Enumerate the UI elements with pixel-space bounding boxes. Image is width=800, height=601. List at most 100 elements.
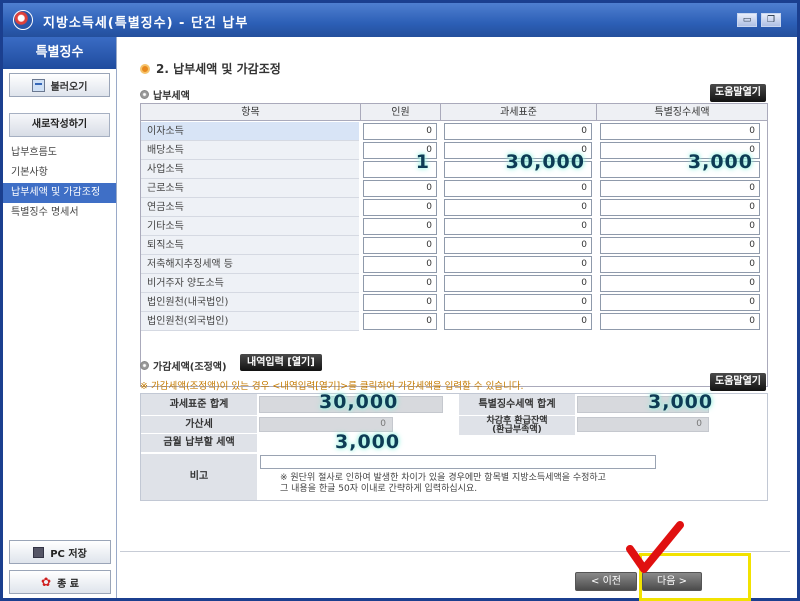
- tax-total-value: 3,000: [648, 391, 714, 413]
- pc-save-label: PC 저장: [50, 548, 87, 560]
- row-label: 법인원천(외국법인): [141, 312, 359, 331]
- exit-label: 종 료: [57, 578, 79, 590]
- table-row: 법인원천(외국법인) 0 0 0: [141, 312, 767, 331]
- detail-input-button[interactable]: 내역입력 [열기]: [240, 354, 322, 371]
- cell-tax-value: 3,000: [687, 151, 753, 173]
- restore-icon[interactable]: ❐: [761, 13, 781, 27]
- row-label: 기타소득: [141, 217, 359, 236]
- remark-note-line2: 그 내용을 한글 50자 이내로 간략하게 입력하십시요.: [280, 484, 478, 494]
- cell-tax[interactable]: 0: [600, 218, 760, 235]
- grid-header-item: 항목: [141, 104, 360, 121]
- grid-header-base: 과세표준: [440, 104, 596, 121]
- cell-base[interactable]: 0: [444, 237, 592, 254]
- sidebar-item-flow[interactable]: 납부흐름도: [3, 143, 116, 163]
- sub-bullet-icon: [140, 361, 149, 370]
- row-label: 근로소득: [141, 179, 359, 198]
- cell-count-value: 1: [415, 151, 430, 173]
- remark-note-line1: ※ 원단위 절사로 인하여 발생한 차이가 있을 경우에만 항목별 지방소득세액…: [280, 473, 606, 483]
- payment-subtitle: 납부세액: [140, 87, 190, 102]
- cell-count[interactable]: 0: [363, 313, 437, 330]
- cell-tax[interactable]: 0: [600, 199, 760, 216]
- app-logo-icon: [13, 10, 33, 30]
- row-label: 배당소득: [141, 141, 359, 160]
- table-row: 근로소득 0 0 0: [141, 179, 767, 198]
- table-row: 저축해지추징세액 등000: [141, 255, 767, 274]
- penalty-label: 가산세: [141, 416, 257, 433]
- load-label: 불러오기: [50, 81, 88, 93]
- tax-grid: 항목 인원 과세표준 특별징수세액 이자소득 0 0 0 배당소득 0 0 0 사업소득 1 30,…: [140, 103, 768, 387]
- base-total-value: 30,000: [319, 391, 399, 413]
- cell-base[interactable]: 0: [444, 199, 592, 216]
- cell-base[interactable]: 0: [444, 180, 592, 197]
- title-bar: 지방소득세(특별징수) - 단건 납부 ▭ ❐: [3, 3, 797, 37]
- section-title-text: 2. 납부세액 및 가감조정: [156, 62, 281, 76]
- remark-input[interactable]: [260, 455, 656, 469]
- cell-count[interactable]: 0: [363, 180, 437, 197]
- cell-base[interactable]: 0: [444, 256, 592, 273]
- sidebar: 특별징수 불러오기 새로작성하기 납부흐름도 기본사항 납부세액 및 가감조정 …: [3, 37, 117, 598]
- adjust-subtitle: 가감세액(조정액): [140, 358, 227, 373]
- cell-count[interactable]: 1: [363, 153, 437, 178]
- payable-label: 금월 납부할 세액: [141, 434, 257, 452]
- cell-base[interactable]: 0: [444, 294, 592, 311]
- cell-base[interactable]: 30,000: [444, 153, 592, 178]
- payment-subtitle-text: 납부세액: [153, 91, 190, 102]
- remark-note: ※ 원단위 절사로 인하여 발생한 차이가 있을 경우에만 항목별 지방소득세액…: [280, 473, 606, 495]
- sidebar-item-tax-adjust[interactable]: 납부세액 및 가감조정: [3, 183, 116, 203]
- row-label: 퇴직소득: [141, 236, 359, 255]
- table-row: 이자소득 0 0 0: [141, 122, 767, 141]
- cell-tax[interactable]: 3,000: [600, 153, 760, 178]
- cell-count[interactable]: 0: [363, 218, 437, 235]
- cell-tax[interactable]: 0: [600, 256, 760, 273]
- row-label: 저축해지추징세액 등: [141, 255, 359, 274]
- cell-tax[interactable]: 0: [600, 180, 760, 197]
- penalty-field: 0: [259, 417, 393, 432]
- table-row: 법인원천(내국법인) 0 0 0: [141, 293, 767, 312]
- help-button-adjust[interactable]: 도움말열기: [710, 373, 766, 391]
- row-label: 법인원천(내국법인): [141, 293, 359, 312]
- cell-base[interactable]: 0: [444, 123, 592, 140]
- adjust-subtitle-text: 가감세액(조정액): [153, 362, 227, 373]
- grid-header-tax: 특별징수세액: [596, 104, 767, 121]
- cell-count[interactable]: 0: [363, 275, 437, 292]
- cell-count[interactable]: 0: [363, 256, 437, 273]
- sidebar-item-statement[interactable]: 특별징수 명세서: [3, 203, 116, 223]
- cell-tax[interactable]: 0: [600, 294, 760, 311]
- cell-count[interactable]: 0: [363, 237, 437, 254]
- cell-tax[interactable]: 0: [600, 237, 760, 254]
- load-button[interactable]: 불러오기: [9, 73, 110, 97]
- minimize-icon[interactable]: ▭: [737, 13, 757, 27]
- cell-base[interactable]: 0: [444, 275, 592, 292]
- cell-base[interactable]: 0: [444, 218, 592, 235]
- new-document-button[interactable]: 새로작성하기: [9, 113, 110, 137]
- table-row: 기타소득 0 0 0: [141, 217, 767, 236]
- cell-tax[interactable]: 0: [600, 275, 760, 292]
- help-button[interactable]: 도움말열기: [710, 84, 766, 102]
- grid-header-count: 인원: [360, 104, 440, 121]
- row-label: 사업소득: [141, 160, 359, 179]
- sidebar-item-basic[interactable]: 기본사항: [3, 163, 116, 183]
- cell-base[interactable]: 0: [444, 313, 592, 330]
- refund-field: 0: [577, 417, 709, 432]
- cell-count[interactable]: 0: [363, 294, 437, 311]
- window-title: 지방소득세(특별징수) - 단건 납부: [43, 16, 249, 31]
- table-row: 배당소득 0 0 0: [141, 141, 767, 160]
- exit-flower-icon: ✿: [41, 575, 52, 589]
- exit-button[interactable]: ✿ 종 료: [9, 570, 111, 594]
- table-row: 사업소득 1 30,000 3,000: [141, 153, 767, 179]
- cell-tax[interactable]: 0: [600, 313, 760, 330]
- cell-count[interactable]: 0: [363, 123, 437, 140]
- row-label: 비거주자 양도소득: [141, 274, 359, 293]
- main-content: 2. 납부세액 및 가감조정 납부세액 도움말열기 항목 인원 과세표준 특별징…: [120, 41, 790, 601]
- document-icon: [31, 78, 45, 92]
- table-row: 연금소득 0 0 0: [141, 198, 767, 217]
- pc-save-button[interactable]: PC 저장: [9, 540, 111, 564]
- refund-label-line2: (환급부족액): [492, 425, 542, 435]
- cell-base-value: 30,000: [505, 151, 585, 173]
- table-row: 비거주자 양도소득 0 0 0: [141, 274, 767, 293]
- remark-label: 비고: [141, 454, 257, 500]
- section-title: 2. 납부세액 및 가감조정: [140, 60, 281, 77]
- sidebar-header: 특별징수: [3, 37, 116, 69]
- cell-count[interactable]: 0: [363, 199, 437, 216]
- cell-tax[interactable]: 0: [600, 123, 760, 140]
